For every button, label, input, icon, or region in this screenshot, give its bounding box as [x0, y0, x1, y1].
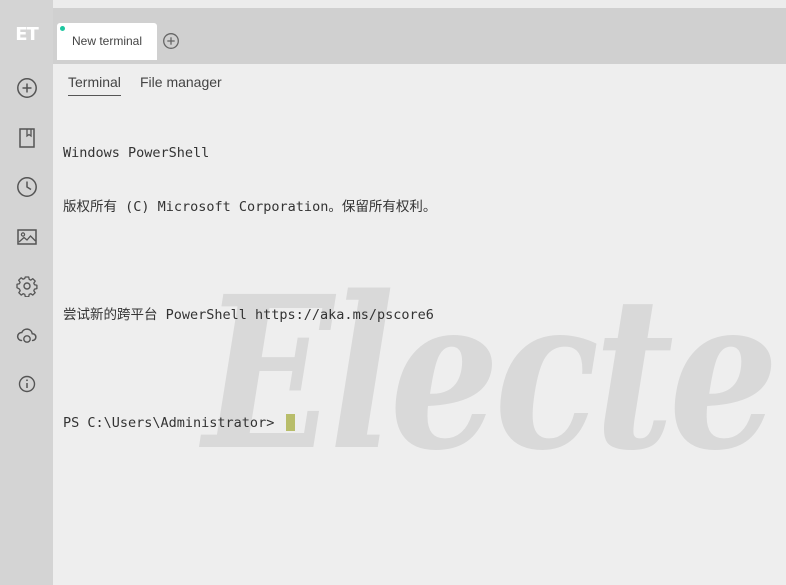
bookmark-icon — [19, 128, 35, 148]
cloud-sync-button[interactable] — [16, 324, 38, 346]
tab-new-terminal[interactable]: New terminal — [57, 23, 157, 60]
info-icon — [18, 375, 36, 393]
app-logo: ET — [15, 24, 39, 45]
about-button[interactable] — [16, 373, 38, 395]
plus-circle-icon — [17, 78, 37, 98]
terminal-line: 尝试新的跨平台 PowerShell https://aka.ms/pscore… — [63, 307, 434, 323]
subtab-file-manager[interactable]: File manager — [140, 74, 222, 95]
tab-status-dot — [60, 26, 65, 31]
terminal-panel: Electe Terminal File manager Windows Pow… — [53, 64, 786, 585]
terminal-line: 版权所有 (C) Microsoft Corporation。保留所有权利。 — [63, 199, 437, 215]
terminal-line: Windows PowerShell — [63, 145, 210, 161]
history-button[interactable] — [16, 176, 38, 198]
terminal-cursor — [286, 414, 296, 431]
tab-label: New terminal — [71, 34, 143, 48]
window-top-strip — [53, 0, 786, 8]
sidebar: ET — [0, 0, 53, 585]
terminal-output[interactable]: Windows PowerShell 版权所有 (C) Microsoft Co… — [63, 108, 436, 468]
background-button[interactable] — [16, 226, 38, 248]
settings-button[interactable] — [16, 275, 38, 297]
app-window: ET New terminal Electe Terminal File man… — [0, 0, 786, 585]
gear-icon — [16, 276, 38, 297]
image-icon — [17, 229, 37, 245]
bookmarks-button[interactable] — [16, 127, 38, 149]
tab-bar: New terminal — [53, 8, 786, 64]
add-tab-button[interactable] — [162, 32, 180, 50]
clock-icon — [17, 177, 37, 197]
subtab-terminal[interactable]: Terminal — [68, 74, 121, 96]
new-connection-button[interactable] — [16, 77, 38, 99]
terminal-prompt-line: PS C:\Users\Administrator> — [63, 414, 436, 432]
plus-circle-icon — [163, 33, 179, 49]
cloud-sync-icon — [16, 328, 37, 343]
terminal-prompt: PS C:\Users\Administrator> — [63, 415, 283, 431]
